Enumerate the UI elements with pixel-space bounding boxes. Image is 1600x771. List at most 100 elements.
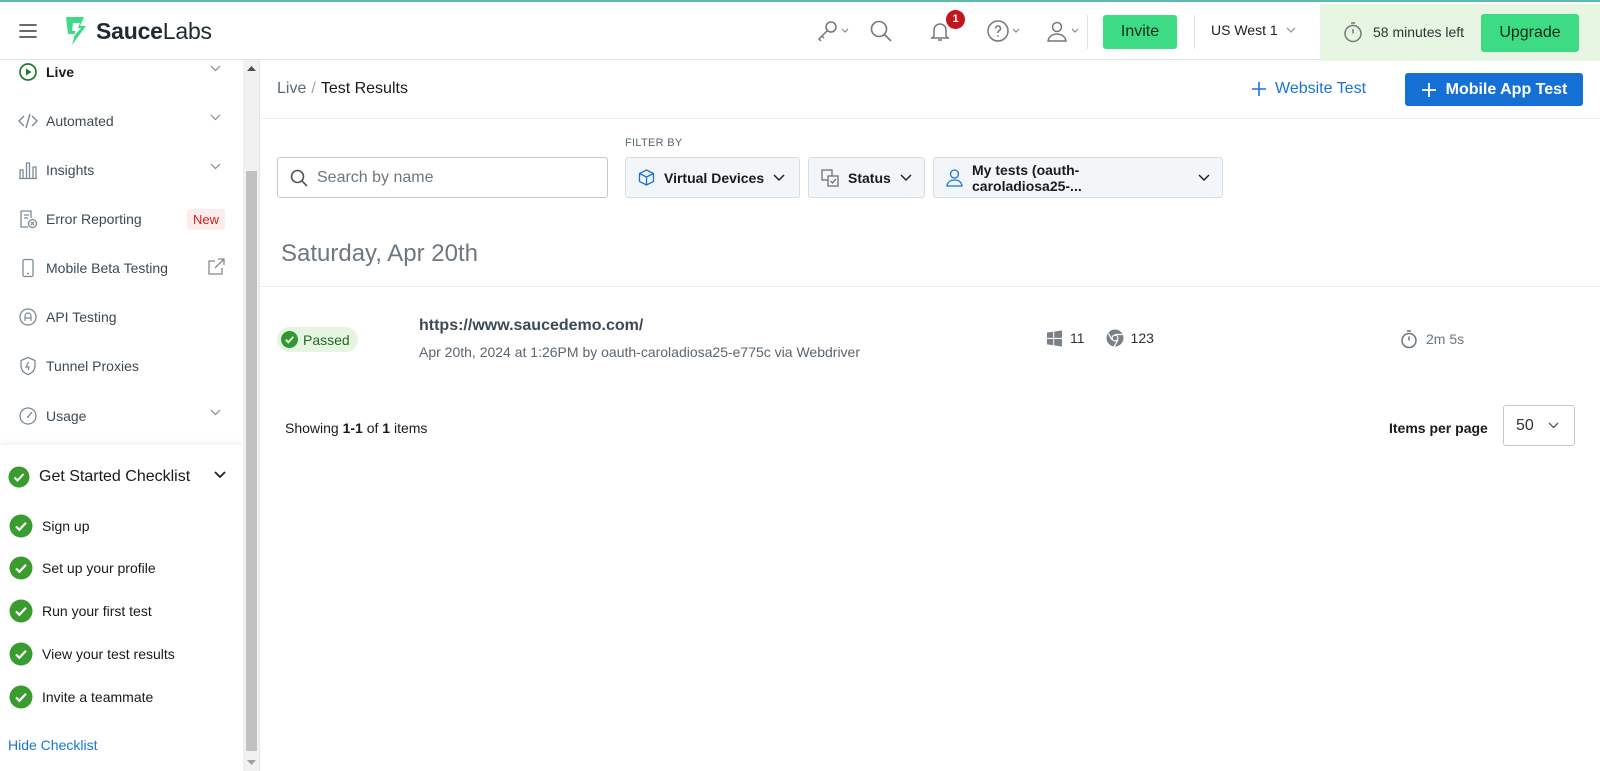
chevron-down-icon	[210, 114, 221, 121]
filter-by-label: FILTER BY	[625, 137, 683, 149]
user-icon[interactable]	[1045, 18, 1079, 44]
shield-icon	[20, 356, 36, 376]
filter-label: Virtual Devices	[664, 169, 765, 186]
sidebar-item-label: Tunnel Proxies	[46, 358, 139, 374]
stopwatch-icon	[1401, 330, 1417, 349]
gauge-icon	[19, 407, 37, 425]
mobile-app-test-button[interactable]: Mobile App Test	[1405, 73, 1583, 106]
website-test-label: Website Test	[1275, 80, 1367, 97]
check-circle-icon	[9, 685, 33, 709]
search-icon[interactable]	[869, 18, 893, 44]
filter-status[interactable]: Status	[808, 157, 925, 198]
showing-prefix: Showing	[285, 420, 339, 436]
checklist-item-label: Sign up	[42, 518, 90, 534]
checklist-item[interactable]: Invite a teammate	[9, 685, 153, 709]
checklist-item-label: Invite a teammate	[42, 689, 154, 705]
status-filter-icon	[821, 168, 839, 187]
region-selector[interactable]: US West 1	[1211, 22, 1296, 38]
plus-icon	[1252, 82, 1266, 96]
sidebar-item-mobile-beta-testing[interactable]: Mobile Beta Testing	[0, 246, 243, 290]
duration-value: 2m 5s	[1426, 331, 1465, 347]
logo-text-light: Labs	[162, 17, 212, 44]
checklist-item[interactable]: Sign up	[9, 514, 89, 538]
chevron-down-icon[interactable]	[214, 471, 226, 479]
breadcrumb: Live / Test Results	[277, 80, 408, 98]
play-circle-icon	[19, 63, 37, 81]
external-link-icon	[208, 258, 225, 275]
checklist-header[interactable]: Get Started Checklist	[8, 466, 190, 488]
sidebar-item-error-reporting[interactable]: Error Reporting New	[0, 197, 243, 241]
menu-icon[interactable]	[17, 20, 39, 42]
mobile-app-test-label: Mobile App Test	[1445, 80, 1568, 98]
chevron-down-icon	[900, 173, 912, 181]
checklist-item[interactable]: Run your first test	[9, 599, 152, 623]
scrollbar-thumb[interactable]	[246, 171, 257, 751]
check-circle-icon	[9, 599, 33, 623]
api-key-icon[interactable]	[815, 18, 849, 44]
items-per-page-select[interactable]: 50	[1503, 405, 1575, 446]
region-label: US West 1	[1211, 22, 1278, 38]
checklist-item[interactable]: Set up your profile	[9, 556, 156, 580]
sidebar-item-api-testing[interactable]: API Testing	[0, 295, 243, 339]
sidebar-item-label: API Testing	[46, 309, 117, 325]
checklist-title: Get Started Checklist	[39, 468, 191, 485]
chevron-down-icon	[1198, 173, 1210, 181]
date-group-heading: Saturday, Apr 20th	[281, 240, 479, 267]
breadcrumb-parent[interactable]: Live	[277, 80, 306, 98]
help-icon[interactable]	[986, 18, 1020, 44]
sidebar-scrollbar[interactable]	[243, 60, 260, 771]
search-input[interactable]	[317, 168, 597, 187]
filter-owner[interactable]: My tests (oauth-caroladiosa25-...	[933, 157, 1223, 198]
notification-badge: 1	[946, 10, 965, 29]
chevron-down-icon	[1548, 422, 1559, 429]
showing-items: items	[393, 420, 428, 436]
saucelabs-logo-mark-icon	[66, 17, 86, 45]
check-circle-icon	[9, 556, 33, 580]
mobile-icon	[22, 258, 34, 278]
test-meta: Apr 20th, 2024 at 1:26PM by oauth-carola…	[419, 344, 861, 360]
showing-of: of	[366, 420, 379, 436]
filter-virtual-devices[interactable]: Virtual Devices	[625, 157, 800, 198]
status-badge: Passed	[277, 327, 358, 352]
checklist-item-label: Set up your profile	[42, 560, 156, 576]
saucelabs-logo[interactable]: SauceLabs	[60, 15, 212, 47]
upgrade-button[interactable]: Upgrade	[1481, 14, 1579, 52]
sidebar-item-label: Error Reporting	[46, 211, 142, 227]
test-duration: 2m 5s	[1400, 329, 1464, 349]
search-field[interactable]	[277, 157, 608, 198]
page-title: Test Results	[320, 80, 408, 97]
filter-label: Status	[848, 169, 891, 186]
sidebar-item-tunnel-proxies[interactable]: Tunnel Proxies	[0, 344, 243, 388]
scroll-up-arrow-icon[interactable]	[247, 65, 256, 71]
sidebar: Live Automated Insights Error Reporting …	[0, 60, 243, 771]
date-divider	[261, 286, 1600, 287]
new-badge: New	[186, 209, 225, 230]
breadcrumb-separator: /	[311, 80, 316, 97]
sidebar-item-usage[interactable]: Usage	[0, 394, 243, 438]
sidebar-item-automated[interactable]: Automated	[0, 99, 243, 143]
chevron-down-icon	[1286, 27, 1296, 33]
sidebar-item-live[interactable]: Live	[0, 60, 243, 94]
invite-button[interactable]: Invite	[1103, 15, 1177, 49]
trial-timer: 58 minutes left	[1343, 21, 1464, 43]
sidebar-item-label: Usage	[46, 408, 87, 424]
filter-label: My tests (oauth-caroladiosa25-...	[972, 161, 1082, 194]
user-icon	[946, 168, 963, 187]
cube-icon	[638, 169, 655, 186]
sidebar-item-insights[interactable]: Insights	[0, 148, 243, 192]
sidebar-item-label: Insights	[46, 162, 95, 178]
checklist-item[interactable]: View your test results	[9, 642, 175, 666]
scroll-down-arrow-icon[interactable]	[247, 760, 256, 766]
browser-version: 123	[1130, 330, 1154, 346]
chrome-icon	[1106, 329, 1124, 347]
checklist-item-label: Run your first test	[42, 603, 152, 619]
hide-checklist-link[interactable]: Hide Checklist	[8, 737, 97, 753]
website-test-button[interactable]: Website Test	[1251, 80, 1366, 98]
sidebar-item-label: Mobile Beta Testing	[46, 260, 168, 276]
showing-total: 1	[382, 420, 391, 436]
top-bar: SauceLabs 1 Invite US West 1 58 minutes …	[0, 0, 1600, 61]
test-url-link[interactable]: https://www.saucedemo.com/	[419, 317, 643, 335]
bar-chart-icon	[19, 162, 37, 180]
chevron-down-icon	[210, 163, 221, 170]
code-icon	[18, 113, 38, 129]
